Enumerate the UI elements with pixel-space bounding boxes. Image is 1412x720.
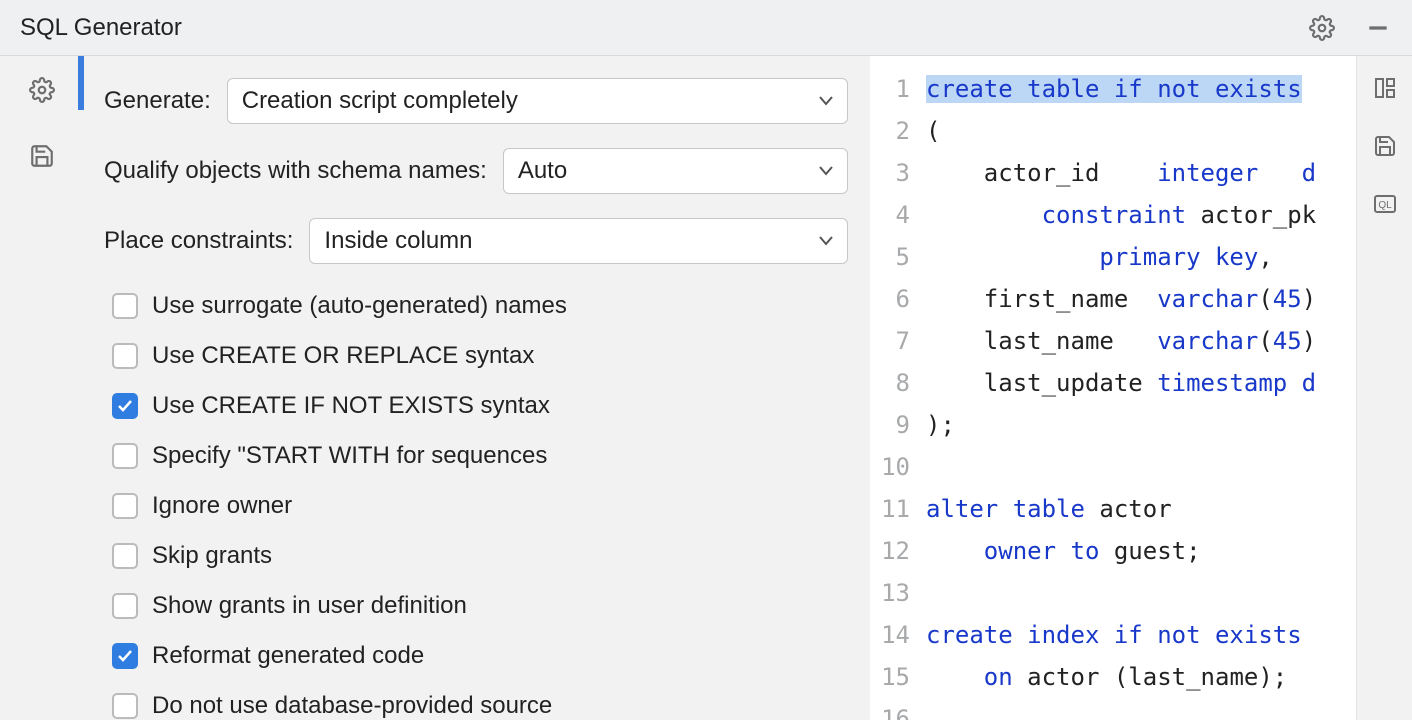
- right-rail: QL: [1356, 56, 1412, 720]
- ql-icon[interactable]: QL: [1371, 190, 1399, 218]
- checkbox[interactable]: [112, 593, 138, 619]
- generate-row: Generate: Creation script completely: [104, 78, 848, 124]
- body: Generate: Creation script completely Qua…: [0, 56, 1412, 720]
- code-line[interactable]: primary key,: [920, 236, 1356, 278]
- checkbox[interactable]: [112, 643, 138, 669]
- line-number: 14: [870, 614, 910, 656]
- checkbox-row[interactable]: Use CREATE IF NOT EXISTS syntax: [112, 392, 848, 420]
- line-number: 7: [870, 320, 910, 362]
- checkbox-label: Show grants in user definition: [152, 592, 467, 620]
- code-line[interactable]: [920, 698, 1356, 720]
- place-value: Inside column: [324, 227, 472, 255]
- chevron-down-icon: [819, 166, 833, 176]
- checkbox-row[interactable]: Skip grants: [112, 542, 848, 570]
- code-line[interactable]: first_name varchar(45): [920, 278, 1356, 320]
- line-number: 11: [870, 488, 910, 530]
- checkbox-list: Use surrogate (auto-generated) names Use …: [104, 288, 848, 720]
- code-line[interactable]: constraint actor_pk: [920, 194, 1356, 236]
- editor-gutter: 12345678910111213141516: [870, 56, 920, 720]
- code-line[interactable]: actor_id integer d: [920, 152, 1356, 194]
- line-number: 10: [870, 446, 910, 488]
- line-number: 6: [870, 278, 910, 320]
- checkbox[interactable]: [112, 543, 138, 569]
- checkbox[interactable]: [112, 493, 138, 519]
- generate-value: Creation script completely: [242, 87, 518, 115]
- checkbox-label: Skip grants: [152, 542, 272, 570]
- line-number: 3: [870, 152, 910, 194]
- checkbox-row[interactable]: Use surrogate (auto-generated) names: [112, 292, 848, 320]
- gear-icon[interactable]: [1308, 14, 1336, 42]
- checkbox-label: Use CREATE OR REPLACE syntax: [152, 342, 534, 370]
- code-line[interactable]: create table if not exists: [920, 68, 1356, 110]
- checkbox-row[interactable]: Reformat generated code: [112, 642, 848, 670]
- checkbox-row[interactable]: Do not use database-provided source: [112, 692, 848, 720]
- code-line[interactable]: alter table actor: [920, 488, 1356, 530]
- checkbox-row[interactable]: Specify "START WITH for sequences: [112, 442, 848, 470]
- checkbox[interactable]: [112, 393, 138, 419]
- editor-code[interactable]: create table if not exists( actor_id int…: [920, 56, 1356, 720]
- code-line[interactable]: owner to guest;: [920, 530, 1356, 572]
- chevron-down-icon: [819, 96, 833, 106]
- line-number: 4: [870, 194, 910, 236]
- save-icon[interactable]: [1371, 132, 1399, 160]
- save-icon[interactable]: [28, 142, 56, 170]
- line-number: 9: [870, 404, 910, 446]
- checkbox[interactable]: [112, 693, 138, 719]
- generate-select[interactable]: Creation script completely: [227, 78, 848, 124]
- code-line[interactable]: last_update timestamp d: [920, 362, 1356, 404]
- titlebar-actions: [1308, 14, 1392, 42]
- minimize-icon[interactable]: [1364, 14, 1392, 42]
- checkbox-row[interactable]: Show grants in user definition: [112, 592, 848, 620]
- svg-text:QL: QL: [1378, 200, 1392, 211]
- line-number: 16: [870, 698, 910, 720]
- checkbox[interactable]: [112, 343, 138, 369]
- gear-icon[interactable]: [28, 76, 56, 104]
- sql-generator-window: SQL Generator Generate:: [0, 0, 1412, 720]
- checkbox-label: Reformat generated code: [152, 642, 424, 670]
- chevron-down-icon: [819, 236, 833, 246]
- checkbox[interactable]: [112, 293, 138, 319]
- line-number: 1: [870, 68, 910, 110]
- line-number: 12: [870, 530, 910, 572]
- window-title: SQL Generator: [20, 14, 182, 42]
- checkbox-label: Use surrogate (auto-generated) names: [152, 292, 567, 320]
- sql-editor[interactable]: 12345678910111213141516 create table if …: [870, 56, 1356, 720]
- place-label: Place constraints:: [104, 227, 293, 255]
- line-number: 2: [870, 110, 910, 152]
- checkbox-row[interactable]: Use CREATE OR REPLACE syntax: [112, 342, 848, 370]
- checkbox-label: Use CREATE IF NOT EXISTS syntax: [152, 392, 550, 420]
- checkbox[interactable]: [112, 443, 138, 469]
- titlebar: SQL Generator: [0, 0, 1412, 56]
- checkbox-label: Do not use database-provided source: [152, 692, 552, 720]
- checkbox-label: Ignore owner: [152, 492, 292, 520]
- qualify-row: Qualify objects with schema names: Auto: [104, 148, 848, 194]
- left-rail: [0, 56, 84, 720]
- settings-panel: Generate: Creation script completely Qua…: [84, 56, 870, 720]
- qualify-value: Auto: [518, 157, 567, 185]
- code-line[interactable]: create index if not exists: [920, 614, 1356, 656]
- code-line[interactable]: [920, 572, 1356, 614]
- layout-icon[interactable]: [1371, 74, 1399, 102]
- place-row: Place constraints: Inside column: [104, 218, 848, 264]
- code-line[interactable]: last_name varchar(45): [920, 320, 1356, 362]
- line-number: 15: [870, 656, 910, 698]
- generate-label: Generate:: [104, 87, 211, 115]
- code-line[interactable]: (: [920, 110, 1356, 152]
- code-line[interactable]: );: [920, 404, 1356, 446]
- checkbox-label: Specify "START WITH for sequences: [152, 442, 547, 470]
- code-line[interactable]: on actor (last_name);: [920, 656, 1356, 698]
- place-select[interactable]: Inside column: [309, 218, 848, 264]
- checkbox-row[interactable]: Ignore owner: [112, 492, 848, 520]
- code-line[interactable]: [920, 446, 1356, 488]
- line-number: 13: [870, 572, 910, 614]
- qualify-select[interactable]: Auto: [503, 148, 848, 194]
- line-number: 5: [870, 236, 910, 278]
- qualify-label: Qualify objects with schema names:: [104, 157, 487, 185]
- line-number: 8: [870, 362, 910, 404]
